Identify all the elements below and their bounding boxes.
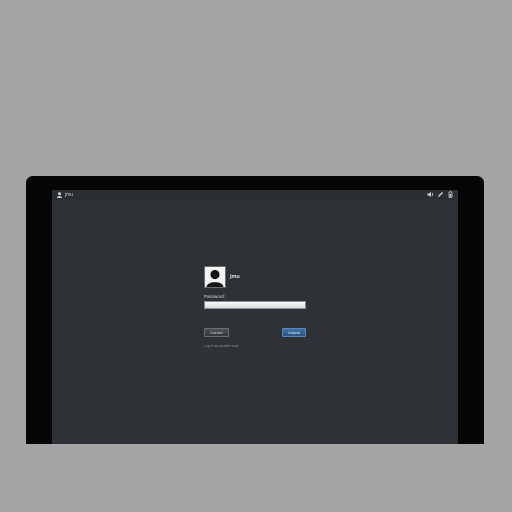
password-field[interactable] [204, 301, 306, 309]
log-in-as-another-user-link[interactable]: Log in as another user [204, 344, 308, 348]
lock-screen: jmu jmu Password: Cancel Unlock Log in a… [52, 190, 458, 444]
monitor-bezel: jmu jmu Password: Cancel Unlock Log in a… [26, 176, 484, 444]
battery-icon[interactable] [447, 191, 454, 198]
password-label: Password: [204, 294, 226, 299]
panel-user-indicator[interactable]: jmu [57, 191, 73, 199]
dialog-buttons: Cancel Unlock [204, 328, 306, 337]
panel-status-area [427, 191, 454, 198]
top-panel: jmu [52, 190, 458, 200]
username-label: jmu [230, 274, 240, 280]
cancel-button[interactable]: Cancel [204, 328, 229, 337]
volume-icon[interactable] [427, 191, 434, 198]
user-row: jmu [204, 266, 308, 288]
pen-icon[interactable] [437, 191, 444, 198]
user-silhouette-icon [205, 267, 225, 287]
avatar [204, 266, 226, 288]
user-icon [57, 192, 62, 198]
unlock-dialog: jmu Password: Cancel Unlock Log in as an… [204, 266, 308, 348]
unlock-button[interactable]: Unlock [282, 328, 306, 337]
panel-username: jmu [65, 192, 74, 198]
